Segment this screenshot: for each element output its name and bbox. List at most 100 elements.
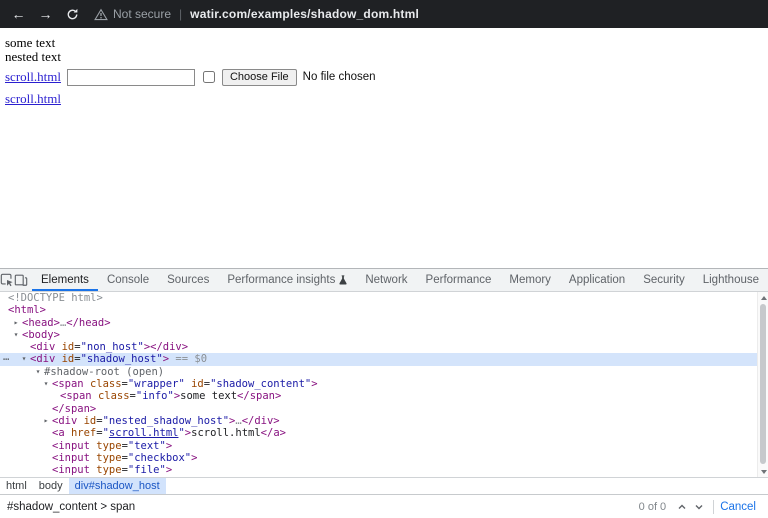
browser-toolbar: ← → Not secure | watir.com/examples/shad…: [0, 0, 768, 28]
dom-row-input-checkbox[interactable]: <input type="checkbox">: [0, 452, 768, 464]
dom-token: <head>: [22, 317, 60, 329]
tab-label: Elements: [41, 274, 89, 286]
address-url[interactable]: watir.com/examples/shadow_dom.html: [190, 7, 419, 21]
dom-row-body[interactable]: ▾<body>: [0, 329, 768, 341]
dom-token: </span>: [237, 390, 281, 402]
dom-token: <span: [60, 390, 98, 402]
dom-token: scroll.html: [109, 427, 179, 439]
collapse-arrow-icon[interactable]: ▾: [19, 353, 29, 365]
find-next-icon[interactable]: [690, 498, 707, 515]
dom-token: </div>: [150, 341, 188, 353]
dom-row-input-text[interactable]: <input type="text">: [0, 440, 768, 452]
dom-token: <div: [52, 415, 84, 427]
dom-token: id: [62, 341, 75, 353]
dom-row-doctype[interactable]: <!DOCTYPE html>: [0, 292, 768, 304]
scrollbar-thumb[interactable]: [760, 304, 766, 464]
dom-token: "info": [136, 390, 174, 402]
breadcrumb-item-div-shadow-host[interactable]: div#shadow_host: [69, 478, 166, 494]
scroll-up-icon[interactable]: [758, 292, 768, 303]
dom-token: "text": [128, 440, 166, 452]
tab-label: Network: [365, 274, 407, 286]
tab-label: Memory: [509, 274, 551, 286]
tab-lighthouse[interactable]: Lighthouse: [694, 269, 768, 291]
dom-token: "non_host": [81, 341, 144, 353]
dom-token: id: [62, 353, 75, 365]
scroll-link-1[interactable]: scroll.html: [5, 69, 61, 85]
row-more-actions-icon[interactable]: …: [3, 351, 10, 363]
expand-arrow-icon[interactable]: ▸: [11, 317, 21, 329]
collapse-arrow-icon[interactable]: ▾: [33, 366, 43, 378]
scroll-down-icon[interactable]: [758, 466, 768, 477]
dom-token: type: [96, 464, 121, 476]
dom-row-div-shadow-host[interactable]: …▾<div id="shadow_host"> == $0: [0, 353, 768, 365]
dom-row-input-file[interactable]: <input type="file">: [0, 464, 768, 476]
dom-row-shadow-root[interactable]: ▾#shadow-root (open): [0, 366, 768, 378]
dom-row-span-info[interactable]: <span class="info">some text</span>: [0, 390, 768, 402]
tab-performance-insights[interactable]: Performance insights: [218, 269, 356, 291]
dom-token: </head>: [66, 317, 110, 329]
devtools-panel: Elements Console Sources Performance insigh…: [0, 268, 768, 518]
file-status-text: No file chosen: [303, 71, 376, 83]
dom-token: id: [84, 415, 97, 427]
dom-tree: <!DOCTYPE html><html>▸<head>…</head>▾<bo…: [0, 292, 768, 477]
tab-application[interactable]: Application: [560, 269, 634, 291]
browser-window: ← → Not secure | watir.com/examples/shad…: [0, 0, 768, 518]
dom-row-head[interactable]: ▸<head>…</head>: [0, 317, 768, 329]
choose-file-button[interactable]: Choose File: [222, 69, 297, 86]
dom-token: <div: [30, 353, 62, 365]
breadcrumb: htmlbodydiv#shadow_host: [0, 477, 768, 494]
dom-row-span-shadow-content[interactable]: ▾<span class="wrapper" id="shadow_conten…: [0, 378, 768, 390]
find-previous-icon[interactable]: [673, 498, 690, 515]
scroll-link-2[interactable]: scroll.html: [5, 91, 61, 107]
tab-elements[interactable]: Elements: [32, 269, 98, 291]
page-controls-row: scroll.html Choose File No file chosen: [5, 67, 763, 87]
tab-network[interactable]: Network: [356, 269, 416, 291]
dom-token: >: [166, 440, 172, 452]
dom-token: type: [96, 440, 121, 452]
dom-scrollbar[interactable]: [757, 292, 768, 477]
dom-row-div-nested-shadow-host[interactable]: ▸<div id="nested_shadow_host">…</div>: [0, 415, 768, 427]
dom-token: "checkbox": [128, 452, 191, 464]
dom-row-div-non-host[interactable]: <div id="non_host"></div>: [0, 341, 768, 353]
nav-controls: ← →: [10, 6, 81, 23]
dom-token: == $0: [169, 353, 207, 365]
dom-token: <input: [52, 440, 96, 452]
reload-icon[interactable]: [64, 6, 81, 23]
page-text-nested-text: nested text: [5, 50, 763, 64]
tab-performance[interactable]: Performance: [417, 269, 501, 291]
tab-sources[interactable]: Sources: [158, 269, 218, 291]
dom-row-anchor-scroll[interactable]: <a href="scroll.html">scroll.html</a>: [0, 427, 768, 439]
dom-token: <span: [52, 378, 90, 390]
tab-label: Console: [107, 274, 149, 286]
expand-arrow-icon[interactable]: ▸: [41, 415, 51, 427]
back-icon[interactable]: ←: [10, 6, 27, 23]
dom-row-span-close[interactable]: </span>: [0, 403, 768, 415]
tab-memory[interactable]: Memory: [500, 269, 560, 291]
dom-token: id: [191, 378, 204, 390]
page-checkbox[interactable]: [203, 71, 215, 83]
page-text-input[interactable]: [67, 69, 195, 86]
tab-label: Performance insights: [227, 274, 335, 286]
find-cancel-button[interactable]: Cancel: [720, 501, 756, 513]
find-input[interactable]: #shadow_content > span: [0, 501, 639, 513]
dom-token: >: [191, 452, 197, 464]
dom-token: #shadow-root (open): [44, 366, 164, 378]
devtools-tabbar: Elements Console Sources Performance insigh…: [0, 269, 768, 292]
breadcrumb-item-html[interactable]: html: [0, 478, 33, 494]
forward-icon[interactable]: →: [37, 6, 54, 23]
not-secure-warning-icon[interactable]: [94, 8, 108, 21]
dom-row-html[interactable]: <html>: [0, 304, 768, 316]
tab-security[interactable]: Security: [634, 269, 694, 291]
inspect-element-icon[interactable]: [0, 269, 14, 291]
tab-console[interactable]: Console: [98, 269, 158, 291]
breadcrumb-item-body[interactable]: body: [33, 478, 69, 494]
dom-token: <html>: [8, 304, 46, 316]
device-toolbar-icon[interactable]: [14, 269, 28, 291]
find-bar: #shadow_content > span 0 of 0 Cancel: [0, 494, 768, 518]
collapse-arrow-icon[interactable]: ▾: [41, 378, 51, 390]
collapse-arrow-icon[interactable]: ▾: [11, 329, 21, 341]
dom-token: </a>: [261, 427, 286, 439]
tab-label: Lighthouse: [703, 274, 759, 286]
dom-token: <!DOCTYPE html>: [8, 292, 103, 304]
dom-token: "file": [128, 464, 166, 476]
